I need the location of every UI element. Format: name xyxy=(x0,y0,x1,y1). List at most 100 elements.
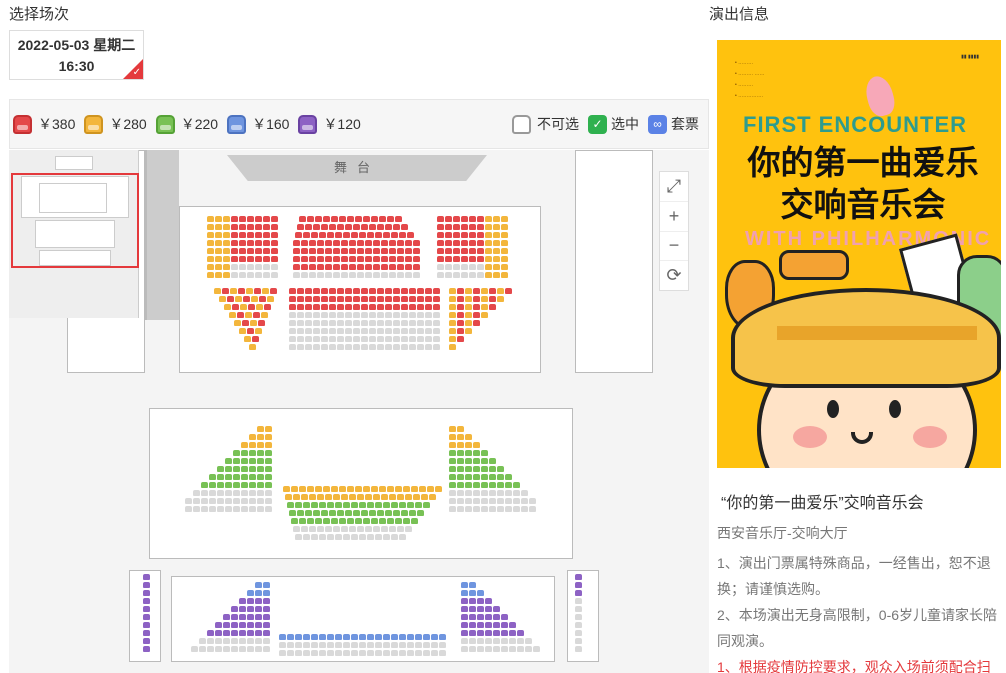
seat[interactable] xyxy=(247,590,254,596)
seat[interactable] xyxy=(413,494,420,500)
seat[interactable] xyxy=(207,264,214,270)
seat[interactable] xyxy=(401,328,408,334)
seat[interactable] xyxy=(417,510,424,516)
seat[interactable] xyxy=(337,344,344,350)
seat[interactable] xyxy=(413,256,420,262)
seat[interactable] xyxy=(215,646,222,652)
seat[interactable] xyxy=(497,482,504,488)
seat[interactable] xyxy=(387,486,394,492)
seat[interactable] xyxy=(411,486,418,492)
seat[interactable] xyxy=(445,224,452,230)
seat[interactable] xyxy=(247,264,254,270)
seat[interactable] xyxy=(231,248,238,254)
seat[interactable] xyxy=(385,288,392,294)
seat[interactable] xyxy=(255,256,262,262)
seat[interactable] xyxy=(229,312,236,318)
seat[interactable] xyxy=(325,272,332,278)
seat[interactable] xyxy=(377,344,384,350)
seat[interactable] xyxy=(465,458,472,464)
seat[interactable] xyxy=(337,296,344,302)
seat[interactable] xyxy=(305,510,312,516)
seat[interactable] xyxy=(477,630,484,636)
seat[interactable] xyxy=(389,272,396,278)
seat[interactable] xyxy=(373,240,380,246)
seat[interactable] xyxy=(257,442,264,448)
seat[interactable] xyxy=(309,248,316,254)
seat[interactable] xyxy=(297,288,304,294)
seat[interactable] xyxy=(303,232,310,238)
seat[interactable] xyxy=(481,474,488,480)
seat[interactable] xyxy=(477,606,484,612)
seat[interactable] xyxy=(303,534,310,540)
seat[interactable] xyxy=(473,304,480,310)
seat[interactable] xyxy=(319,534,326,540)
seat[interactable] xyxy=(233,458,240,464)
seat[interactable] xyxy=(263,582,270,588)
seat[interactable] xyxy=(485,614,492,620)
seat[interactable] xyxy=(505,506,512,512)
seat[interactable] xyxy=(341,256,348,262)
seat[interactable] xyxy=(437,272,444,278)
seat[interactable] xyxy=(271,224,278,230)
seat[interactable] xyxy=(331,486,338,492)
seat[interactable] xyxy=(461,248,468,254)
seat[interactable] xyxy=(265,442,272,448)
seat[interactable] xyxy=(223,216,230,222)
seat[interactable] xyxy=(301,264,308,270)
seat[interactable] xyxy=(231,606,238,612)
seat[interactable] xyxy=(215,248,222,254)
seat[interactable] xyxy=(143,574,150,580)
seat[interactable] xyxy=(369,296,376,302)
seat[interactable] xyxy=(289,288,296,294)
seat[interactable] xyxy=(241,498,248,504)
seat[interactable] xyxy=(345,296,352,302)
seat[interactable] xyxy=(437,240,444,246)
seat[interactable] xyxy=(257,450,264,456)
seat[interactable] xyxy=(373,494,380,500)
seat[interactable] xyxy=(349,256,356,262)
seat[interactable] xyxy=(425,304,432,310)
seat[interactable] xyxy=(289,296,296,302)
seat[interactable] xyxy=(501,216,508,222)
seat[interactable] xyxy=(215,224,222,230)
seat[interactable] xyxy=(457,466,464,472)
seat[interactable] xyxy=(449,466,456,472)
seat[interactable] xyxy=(329,296,336,302)
seat[interactable] xyxy=(457,426,464,432)
seat[interactable] xyxy=(347,216,354,222)
seat[interactable] xyxy=(489,304,496,310)
seat[interactable] xyxy=(461,264,468,270)
seat[interactable] xyxy=(449,498,456,504)
seat[interactable] xyxy=(257,474,264,480)
seat[interactable] xyxy=(469,232,476,238)
seat[interactable] xyxy=(501,638,508,644)
seat[interactable] xyxy=(457,328,464,334)
seat[interactable] xyxy=(299,486,306,492)
seat[interactable] xyxy=(431,634,438,640)
seat[interactable] xyxy=(353,328,360,334)
seat[interactable] xyxy=(361,296,368,302)
seat[interactable] xyxy=(509,630,516,636)
seat[interactable] xyxy=(293,240,300,246)
seat[interactable] xyxy=(575,606,582,612)
seat[interactable] xyxy=(391,642,398,648)
seat[interactable] xyxy=(485,646,492,652)
seat[interactable] xyxy=(439,642,446,648)
seat[interactable] xyxy=(445,216,452,222)
seat[interactable] xyxy=(327,232,334,238)
seat[interactable] xyxy=(409,344,416,350)
seat[interactable] xyxy=(325,256,332,262)
seat[interactable] xyxy=(365,494,372,500)
seat[interactable] xyxy=(387,518,394,524)
seat[interactable] xyxy=(321,344,328,350)
seat[interactable] xyxy=(223,646,230,652)
seat[interactable] xyxy=(143,590,150,596)
seat[interactable] xyxy=(361,288,368,294)
seat[interactable] xyxy=(297,312,304,318)
seat[interactable] xyxy=(255,328,262,334)
seat[interactable] xyxy=(371,216,378,222)
seat[interactable] xyxy=(413,240,420,246)
seat[interactable] xyxy=(329,320,336,326)
seat[interactable] xyxy=(409,304,416,310)
seat[interactable] xyxy=(473,450,480,456)
